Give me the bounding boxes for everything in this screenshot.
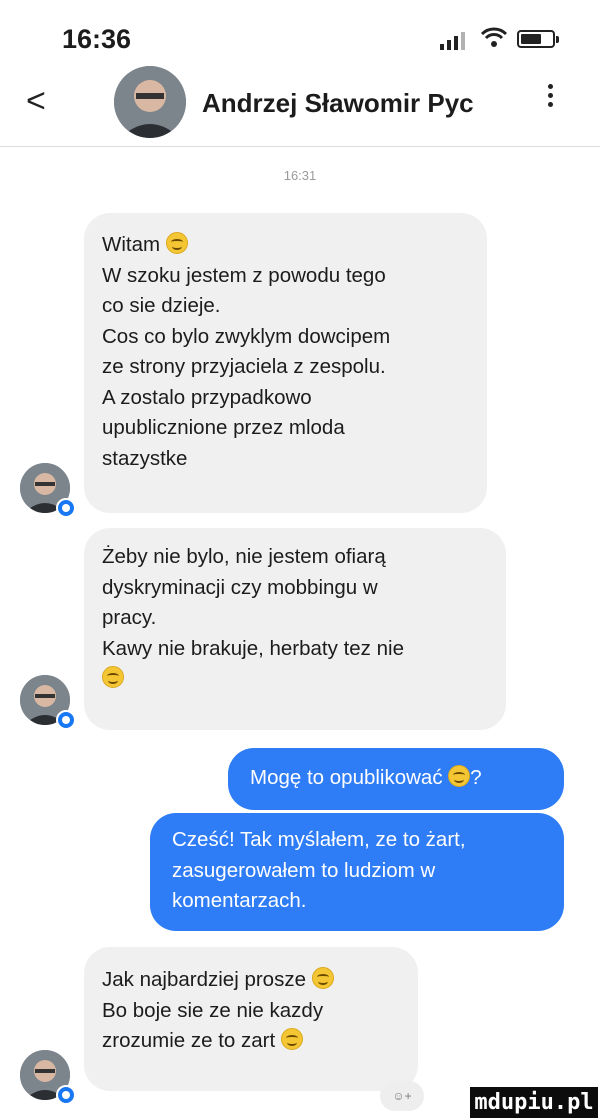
- more-vertical-icon[interactable]: [548, 84, 554, 111]
- outgoing-message[interactable]: Cześć! Tak myślałem, ze to żart, zasuger…: [150, 813, 564, 931]
- avatar[interactable]: [114, 66, 186, 138]
- smile-emoji-icon: [165, 232, 188, 254]
- status-bar: 16:36: [0, 0, 600, 70]
- message-line: Bo boje sie ze nie kazdy: [102, 998, 324, 1022]
- chevron-left-icon[interactable]: <: [26, 84, 46, 118]
- watermark: mdupiu.pl: [470, 1087, 598, 1118]
- message-line: stazystke: [102, 446, 188, 470]
- online-badge: [56, 1085, 76, 1105]
- smile-emoji-icon: [448, 765, 471, 787]
- message-line: Kawy nie brakuje, herbaty tez nie: [102, 636, 404, 660]
- add-reaction-button[interactable]: ☺+: [380, 1081, 424, 1111]
- battery-icon: [517, 30, 559, 48]
- wifi-icon: [480, 27, 508, 47]
- message-line: Witam: [102, 233, 161, 256]
- message-line: Cześć! Tak myślałem, ze to żart,: [172, 828, 466, 851]
- message-line: upublicznione przez mloda: [102, 416, 345, 439]
- message-line: A zostalo przypadkowo: [102, 385, 312, 409]
- signal-icon: [440, 32, 465, 50]
- message-line: ze strony przyjaciela z zespolu.: [102, 355, 386, 378]
- message-line: W szoku jestem z powodu tego: [102, 263, 386, 287]
- contact-name[interactable]: Andrzej Sławomir Pyc: [202, 88, 474, 119]
- message-line: dyskryminacji czy mobbingu w: [102, 575, 378, 599]
- message-line: pracy.: [102, 606, 157, 629]
- smile-emoji-icon: [311, 967, 334, 989]
- message-line: komentarzach.: [172, 889, 307, 912]
- online-badge: [56, 498, 76, 518]
- status-time: 16:36: [62, 24, 132, 54]
- message-line: zasugerowałem to ludziom w: [172, 858, 436, 882]
- chat-header: < Andrzej Sławomir Pyc: [0, 64, 600, 147]
- incoming-message[interactable]: Jak najbardziej prosze Bo boje sie ze ni…: [84, 947, 418, 1091]
- incoming-message[interactable]: Żeby nie bylo, nie jestem ofiarą dyskrym…: [84, 528, 506, 730]
- message-line: Mogę to opublikować: [250, 766, 443, 789]
- incoming-message[interactable]: Witam W szoku jestem z powodu tego co si…: [84, 213, 487, 513]
- message-line: ?: [470, 766, 482, 789]
- smile-emoji-icon: [102, 666, 124, 688]
- smile-emoji-icon: [280, 1028, 303, 1050]
- message-timestamp: 16:31: [283, 168, 317, 183]
- message-line: Żeby nie bylo, nie jestem ofiarą: [102, 545, 386, 568]
- outgoing-message[interactable]: Mogę to opublikować ?: [228, 748, 564, 810]
- online-badge: [56, 710, 76, 730]
- message-line: Cos co bylo zwyklym dowcipem: [102, 324, 391, 348]
- message-line: zrozumie ze to zart: [102, 1029, 276, 1052]
- message-line: Jak najbardziej prosze: [102, 968, 306, 991]
- message-line: co sie dzieje.: [102, 294, 221, 317]
